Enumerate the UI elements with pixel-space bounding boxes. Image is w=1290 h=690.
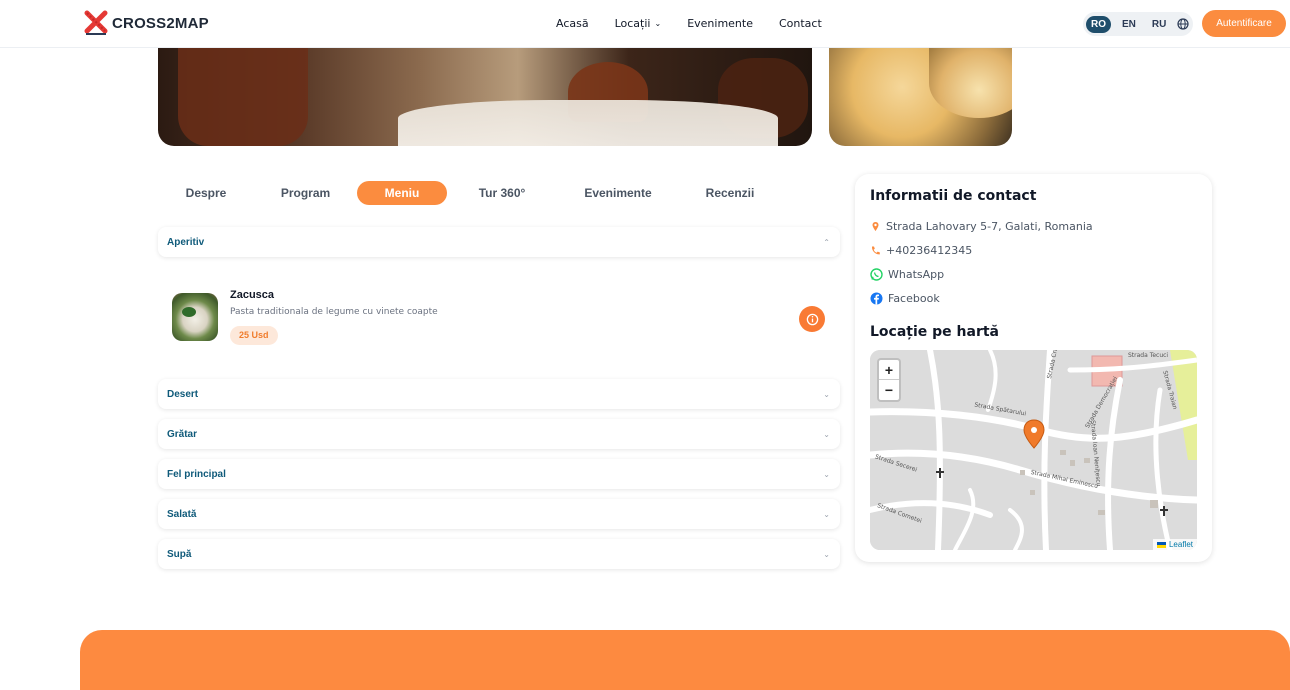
menu-category-fel-principal[interactable]: Fel principal ⌄	[158, 459, 840, 489]
address-row: Strada Lahovary 5-7, Galati, Romania	[870, 220, 1093, 233]
facebook-link[interactable]: Facebook	[870, 292, 940, 305]
whatsapp-icon	[870, 268, 883, 281]
whatsapp-link[interactable]: WhatsApp	[870, 268, 944, 281]
chevron-down-icon: ⌄	[823, 469, 830, 479]
menu-category-aperitiv[interactable]: Aperitiv ⌃	[158, 227, 840, 257]
tab-evenimente[interactable]: Evenimente	[557, 181, 679, 205]
tab-program[interactable]: Program	[254, 181, 357, 205]
zoom-out-button[interactable]: −	[879, 380, 899, 400]
category-title: Desert	[167, 388, 199, 400]
lang-ru[interactable]: RU	[1147, 16, 1171, 33]
footer-banner	[80, 630, 1290, 690]
category-title: Salată	[167, 508, 197, 520]
chevron-down-icon: ⌄	[823, 389, 830, 399]
category-title: Fel principal	[167, 468, 226, 480]
login-button[interactable]: Autentificare	[1202, 10, 1286, 37]
chevron-down-icon: ⌄	[823, 549, 830, 559]
attribution-text: Leaflet	[1168, 540, 1193, 549]
phone-text: +40236412345	[886, 244, 973, 257]
map-label: Strada Tecuci	[1128, 352, 1169, 359]
lang-ro[interactable]: RO	[1086, 15, 1111, 33]
chevron-up-icon: ⌃	[823, 237, 830, 247]
bread-photo[interactable]	[829, 48, 1012, 146]
tab-meniu[interactable]: Meniu	[357, 181, 447, 205]
chevron-down-icon: ⌄	[823, 429, 830, 439]
facebook-label: Facebook	[888, 292, 940, 305]
menu-category-salata[interactable]: Salată ⌄	[158, 499, 840, 529]
logo-text: CROSS2MAP	[112, 14, 209, 32]
price-badge: 25 Usd	[230, 326, 278, 345]
category-title: Grătar	[167, 428, 198, 440]
nav-home[interactable]: Acasă	[556, 17, 589, 30]
whatsapp-label: WhatsApp	[888, 268, 945, 281]
nav-locations[interactable]: Locații ⌄	[615, 17, 662, 30]
info-icon	[806, 313, 818, 325]
dish-photo	[172, 293, 218, 341]
map-attribution[interactable]: Leaflet	[1152, 539, 1197, 550]
menu-category-gratar[interactable]: Grătar ⌄	[158, 419, 840, 449]
category-title: Aperitiv	[167, 236, 205, 248]
tab-recenzii[interactable]: Recenzii	[679, 181, 781, 205]
phone-icon	[871, 246, 880, 255]
tab-despre[interactable]: Despre	[158, 181, 254, 205]
facebook-icon	[870, 292, 883, 305]
tab-tur-360[interactable]: Tur 360°	[447, 181, 557, 205]
menu-category-supa[interactable]: Supă ⌄	[158, 539, 840, 569]
dish-name: Zacusca	[230, 289, 275, 301]
map-title: Locație pe hartă	[870, 324, 999, 340]
contact-card: Informatii de contact Strada Lahovary 5-…	[855, 174, 1212, 562]
chevron-down-icon: ⌄	[654, 19, 662, 28]
chevron-down-icon: ⌄	[823, 509, 830, 519]
lang-en[interactable]: EN	[1117, 16, 1141, 33]
site-header: CROSS2MAP Acasă Locații ⌄ Evenimente Con…	[0, 0, 1290, 48]
ukraine-flag-icon	[1156, 541, 1166, 548]
map-zoom-control: + −	[877, 358, 901, 402]
location-pin-icon	[872, 222, 879, 231]
dish-description: Pasta traditionala de legume cu vinete c…	[230, 307, 438, 317]
language-switcher: RO EN RU	[1083, 12, 1193, 36]
nav-events[interactable]: Evenimente	[687, 17, 753, 30]
logo-icon	[84, 10, 108, 35]
venue-tabs: Despre Program Meniu Tur 360° Evenimente…	[158, 180, 840, 206]
logo[interactable]: CROSS2MAP	[84, 10, 209, 36]
menu-item: Zacusca Pasta traditionala de legume cu …	[158, 270, 840, 366]
dish-info-button[interactable]	[799, 306, 825, 332]
category-title: Supă	[167, 548, 192, 560]
address-text: Strada Lahovary 5-7, Galati, Romania	[886, 220, 1093, 233]
location-map[interactable]: Strada Tecuci Strada Traian Strada Spăta…	[870, 350, 1197, 550]
restaurant-photo[interactable]	[158, 48, 812, 146]
nav-locations-label: Locații	[614, 17, 651, 30]
contact-title: Informatii de contact	[870, 188, 1037, 204]
nav-contact[interactable]: Contact	[779, 17, 822, 30]
main-nav: Acasă Locații ⌄ Evenimente Contact	[556, 17, 822, 30]
menu-category-desert[interactable]: Desert ⌄	[158, 379, 840, 409]
zoom-in-button[interactable]: +	[879, 360, 899, 380]
globe-icon[interactable]	[1177, 18, 1189, 30]
phone-row[interactable]: +40236412345	[870, 244, 972, 257]
